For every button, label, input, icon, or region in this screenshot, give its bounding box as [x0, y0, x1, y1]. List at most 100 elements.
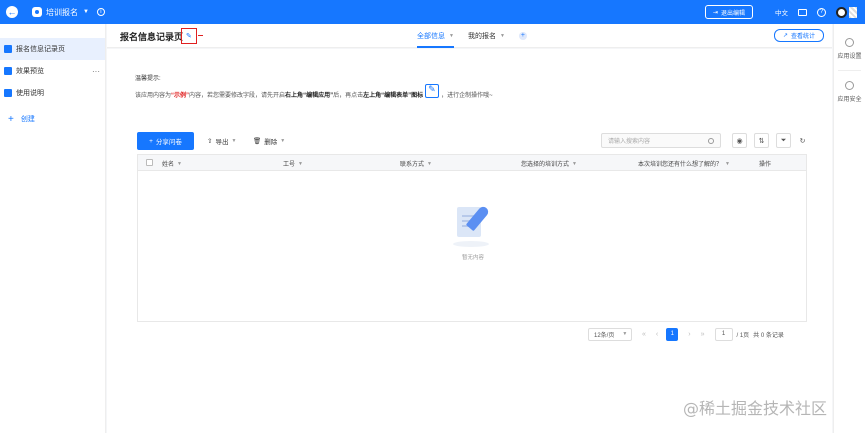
- edit-form-icon: [425, 84, 440, 98]
- page-size-select[interactable]: 12条/页 ▼: [588, 327, 632, 341]
- chevron-down-icon: ▼: [622, 331, 628, 337]
- plus-icon: +: [8, 113, 14, 125]
- mail-icon[interactable]: [798, 8, 807, 16]
- view-stats-label: 查看统计: [790, 34, 815, 40]
- create-label: 创建: [20, 116, 35, 123]
- app-switch-caret-icon[interactable]: ▼: [83, 9, 89, 15]
- column-label: 姓名: [162, 162, 175, 168]
- edit-form-button[interactable]: ✎: [181, 28, 197, 44]
- main-content: 温馨提示: 该应用内容为 “示例” 内容，若您需要修改字段，请先开启 右上角 “…: [107, 49, 832, 433]
- notice-bold: 右上角: [285, 92, 304, 99]
- share-questionnaire-button[interactable]: + 分享问卷: [137, 132, 194, 150]
- column-label: 工号: [283, 162, 296, 168]
- app-icon: [32, 7, 42, 17]
- column-header[interactable]: 本次培训您还有什么想了解的？ ▼: [638, 159, 730, 169]
- view-icon[interactable]: ◉: [732, 133, 747, 148]
- divider: [838, 70, 861, 71]
- edit-icon: ✎: [186, 33, 192, 40]
- gear-icon: [845, 38, 854, 47]
- exit-edit-button[interactable]: ⇥ 退出编辑: [704, 5, 753, 19]
- add-tab-icon[interactable]: +: [518, 32, 527, 40]
- chevron-down-icon: ▼: [449, 33, 454, 39]
- annotation-arrow: [198, 35, 203, 36]
- form-icon: [4, 45, 12, 53]
- column-label: 本次培训您还有什么想了解的？: [638, 162, 723, 168]
- column-header[interactable]: 您选择的培训方式 ▼: [521, 159, 577, 169]
- column-label: 操作: [759, 162, 772, 168]
- watermark: @稀土掘金技术社区: [683, 399, 828, 418]
- column-label: 联系方式: [400, 162, 425, 168]
- more-icon[interactable]: ···: [92, 67, 100, 76]
- sidebar-item-label: 使用说明: [16, 90, 44, 97]
- empty-text: 暂无内容: [461, 255, 484, 261]
- search-icon[interactable]: [708, 138, 714, 144]
- table-header: 姓名 ▼ 工号 ▼ 联系方式 ▼ 您选择的培训方式 ▼ 本次培训您还有什么想了解的？ ▼ …: [138, 155, 806, 171]
- last-page-icon[interactable]: »: [701, 331, 705, 338]
- sidebar-item-label: 效果预览: [16, 68, 44, 75]
- app-security-button[interactable]: 应用安全: [834, 73, 865, 111]
- sidebar-item-instructions[interactable]: 使用说明: [0, 82, 105, 104]
- current-page[interactable]: 1: [666, 327, 679, 341]
- page-header: 报名信息记录页 ✎ 全部信息 ▼ 我的报名 ▼ + ↗ 查看统计: [107, 24, 832, 48]
- total-records: 共 0 条记录: [753, 332, 784, 339]
- sidebar-item-preview[interactable]: 效果预览 ···: [0, 60, 105, 82]
- sidebar-item-record-page[interactable]: 报名信息记录页: [0, 38, 105, 60]
- tab-all-info[interactable]: 全部信息 ▼: [417, 24, 454, 48]
- edit-doc-icon: [4, 89, 12, 97]
- trash-icon: 🗑︎: [253, 138, 262, 145]
- sort-icon[interactable]: ⇅: [754, 133, 769, 148]
- chevron-down-icon: ▼: [231, 138, 237, 144]
- tab-my-registrations[interactable]: 我的报名 ▼: [468, 24, 505, 48]
- chevron-down-icon: ▼: [725, 160, 730, 167]
- sidebar-item-label: 报名信息记录页: [16, 46, 65, 53]
- info-icon[interactable]: i: [96, 8, 105, 16]
- chevron-down-icon: ▼: [499, 33, 505, 39]
- notice-bold: 左上角: [363, 92, 382, 99]
- next-page-icon[interactable]: ›: [688, 331, 690, 338]
- first-page-icon[interactable]: «: [642, 331, 646, 338]
- search-placeholder: 请输入搜索内容: [608, 139, 651, 145]
- notice-bold: “编辑应用”: [303, 92, 334, 99]
- delete-label: 删除: [264, 139, 278, 146]
- view-stats-button[interactable]: ↗ 查看统计: [773, 29, 824, 42]
- search-input[interactable]: 请输入搜索内容: [601, 133, 721, 148]
- create-button[interactable]: + 创建: [0, 108, 105, 130]
- sidebar: 报名信息记录页 效果预览 ··· 使用说明 + 创建: [0, 24, 106, 433]
- notice-part: 该应用内容为: [135, 92, 172, 99]
- column-header[interactable]: 工号 ▼: [283, 159, 303, 169]
- prev-page-icon[interactable]: ‹: [656, 331, 658, 338]
- page-size-label: 12条/页: [594, 332, 615, 339]
- right-rail: 应用设置 应用安全: [833, 24, 865, 433]
- tab-label: 我的报名: [467, 33, 496, 40]
- notice-part: 内容，若您需要修改字段，请先开启: [189, 92, 286, 99]
- select-all-checkbox[interactable]: [146, 159, 153, 166]
- app-name[interactable]: 培训报名: [46, 7, 78, 18]
- refresh-icon[interactable]: ↻: [795, 133, 810, 148]
- page-jump-input[interactable]: 1: [714, 327, 733, 341]
- language-switch[interactable]: 中文: [775, 7, 788, 17]
- app-settings-button[interactable]: 应用设置: [834, 30, 865, 68]
- column-label: 您选择的培训方式: [521, 162, 570, 168]
- plus-icon: +: [149, 137, 153, 145]
- column-header[interactable]: 姓名 ▼: [162, 159, 182, 169]
- rail-label: 应用安全: [837, 97, 862, 103]
- notice-part: ，进行企制操作哦~: [441, 92, 493, 99]
- help-icon[interactable]: ?: [817, 7, 826, 17]
- chevron-down-icon: ▼: [298, 160, 303, 167]
- pagination: 12条/页 ▼ « ‹ 1 › » 1 / 1页 共 0 条记录: [588, 327, 784, 341]
- export-button[interactable]: ⇧ 导出 ▼: [207, 132, 236, 150]
- table-toolbar: + 分享问卷 ⇧ 导出 ▼ 🗑︎ 删除 ▼ 请输入搜索内容 ◉ ⇅ ⏷ ↻: [137, 132, 809, 150]
- shield-icon: [845, 81, 854, 90]
- tab-label: 全部信息: [417, 33, 445, 40]
- top-bar: ← 培训报名 ▼ i ⇥ 退出编辑 中文 ?: [0, 0, 865, 24]
- avatar[interactable]: [836, 6, 847, 18]
- delete-button[interactable]: 🗑︎ 删除 ▼: [253, 132, 285, 150]
- filter-icon[interactable]: ⏷: [776, 133, 791, 148]
- chevron-down-icon: ▼: [427, 160, 432, 167]
- rail-label: 应用设置: [837, 54, 862, 60]
- chevron-down-icon: ▼: [177, 160, 182, 167]
- share-label: 分享问卷: [155, 139, 182, 146]
- column-header[interactable]: 联系方式 ▼: [400, 159, 432, 169]
- empty-illustration-icon: [449, 203, 497, 253]
- back-icon[interactable]: ←: [6, 6, 18, 18]
